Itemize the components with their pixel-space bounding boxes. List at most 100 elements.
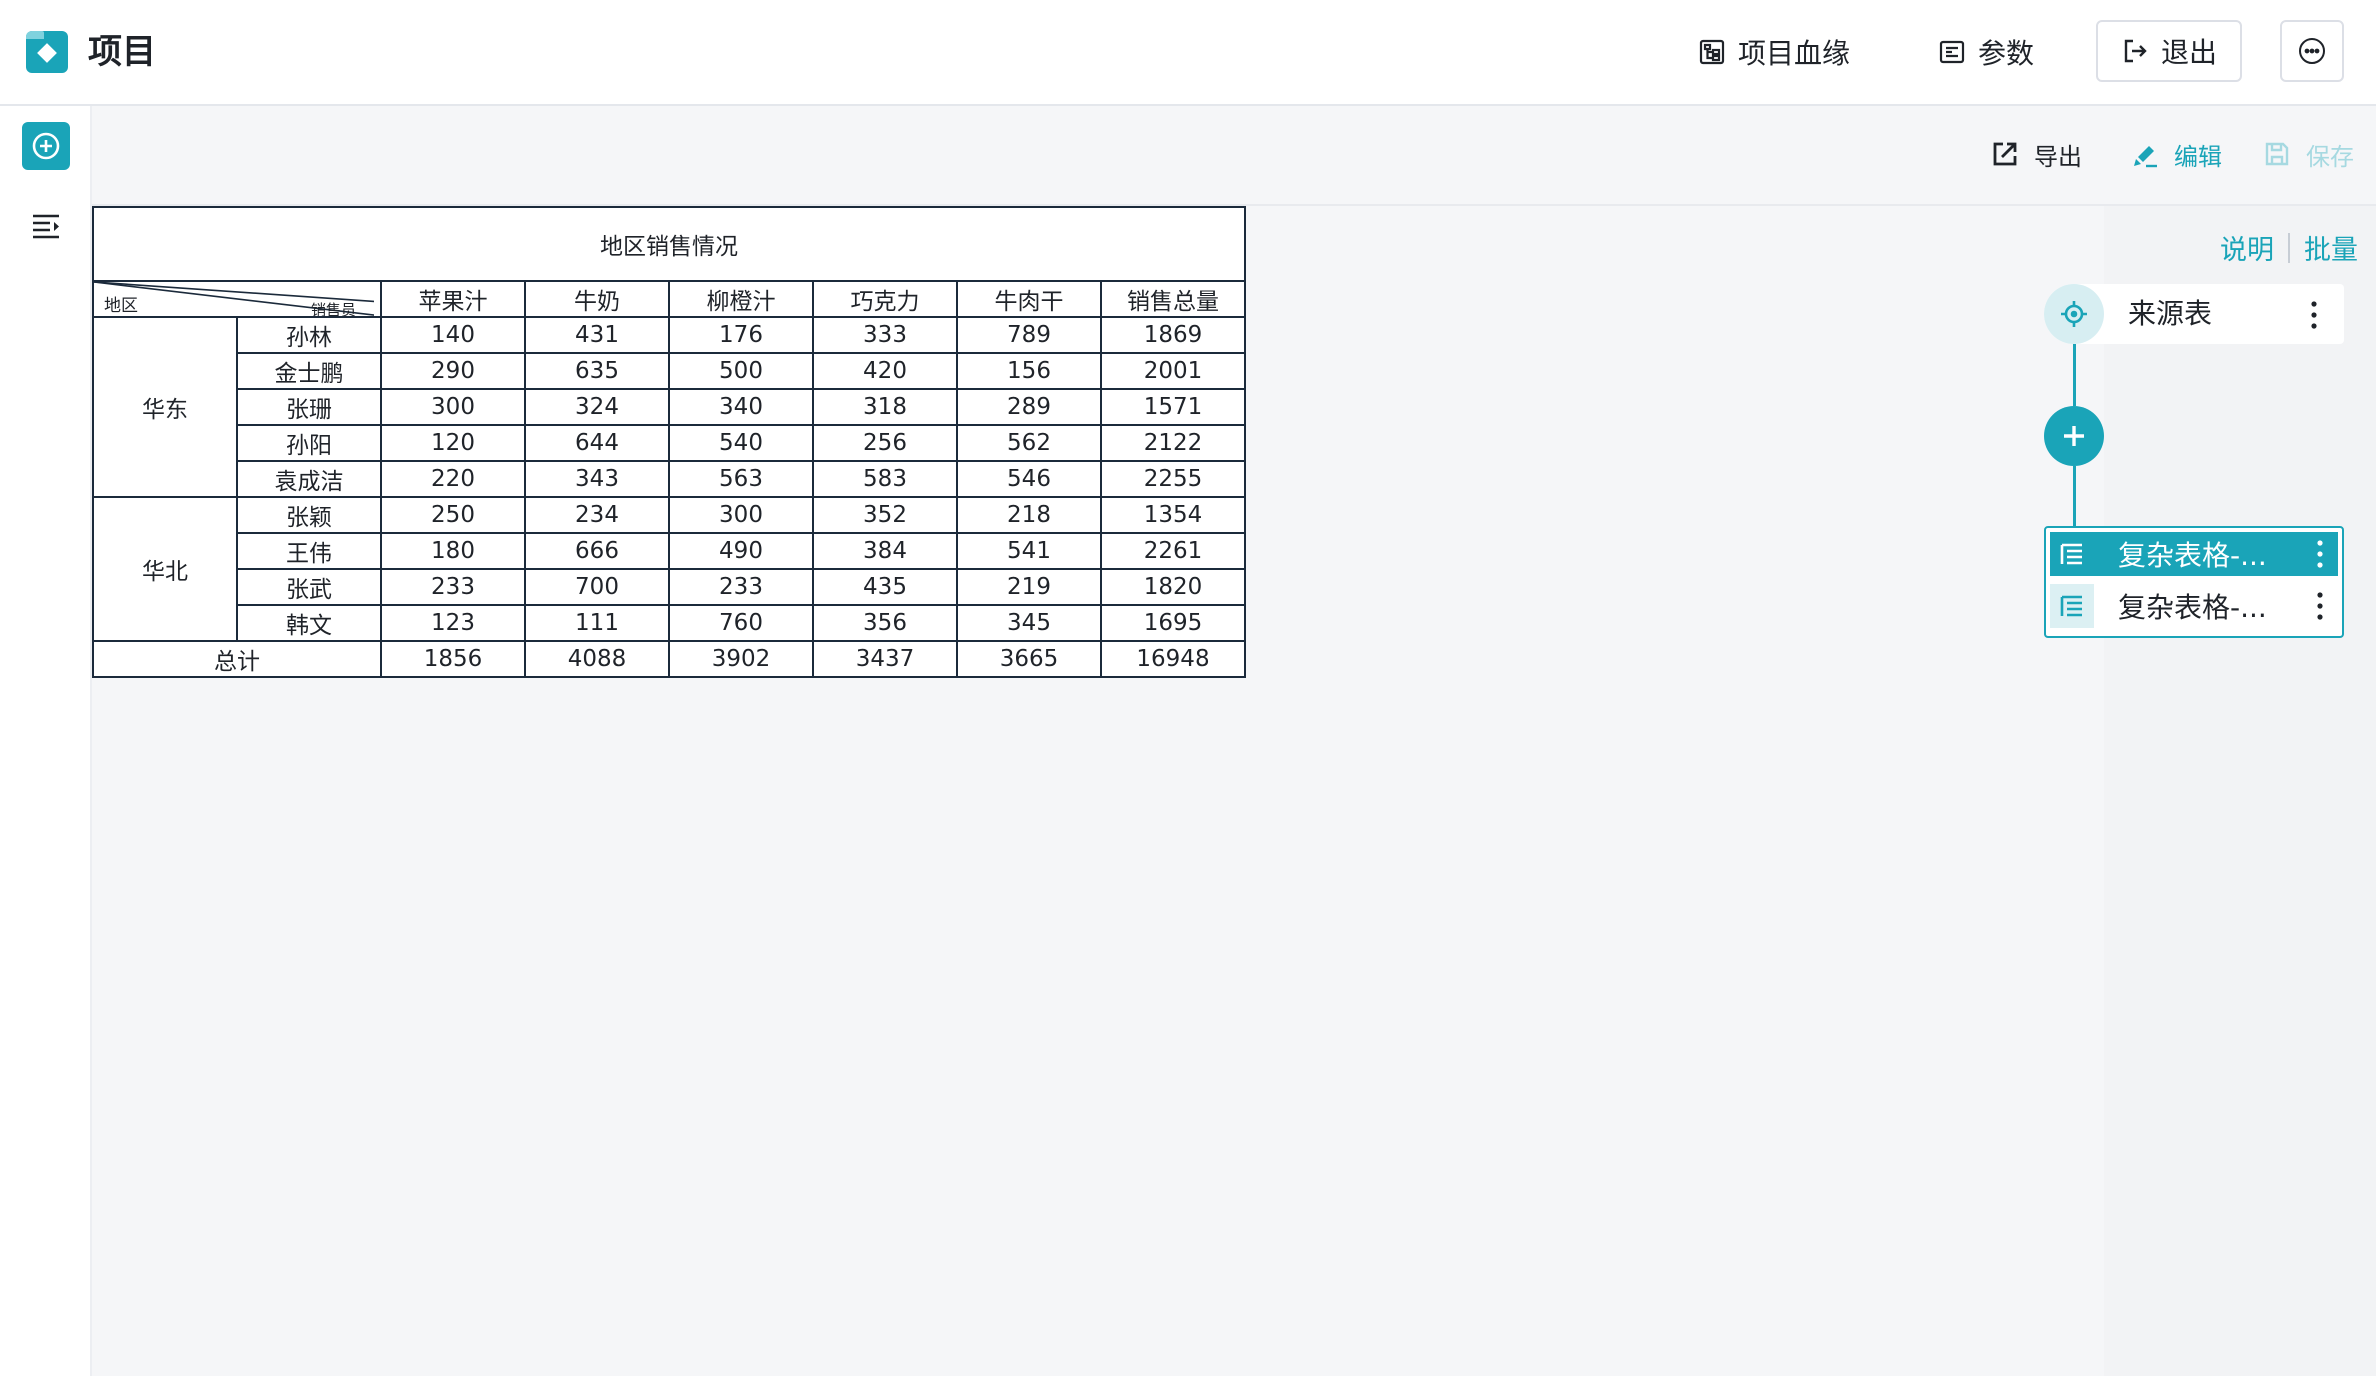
edit-icon [2134, 146, 2157, 168]
lineage-icon [1699, 39, 1725, 65]
table-icon [2050, 532, 2094, 576]
salesperson-cell: 张珊 [236, 388, 382, 426]
value-cell: 1354 [1100, 496, 1246, 534]
table-row: 孙阳 120 644 540 256 562 2122 [93, 424, 1246, 462]
value-cell: 156 [956, 352, 1102, 390]
value-cell: 318 [812, 388, 958, 426]
salesperson-cell: 韩文 [236, 604, 382, 642]
value-cell: 289 [956, 388, 1102, 426]
region-cell: 华东 [92, 316, 238, 498]
page-title: 项目 [88, 32, 156, 72]
column-header: 销售总量 [1100, 280, 1246, 318]
flow-connector [2073, 466, 2076, 526]
value-cell: 111 [524, 604, 670, 642]
column-header: 柳橙汁 [668, 280, 814, 318]
more-button[interactable] [2280, 20, 2344, 82]
kebab-icon[interactable] [2316, 591, 2324, 621]
target-icon [2044, 284, 2104, 344]
left-rail [0, 106, 92, 1376]
total-label-cell: 总计 [92, 640, 382, 678]
value-cell: 435 [812, 568, 958, 606]
value-cell: 500 [668, 352, 814, 390]
value-cell: 343 [524, 460, 670, 498]
link-divider [2288, 232, 2290, 263]
salesperson-cell: 张颖 [236, 496, 382, 534]
value-cell: 583 [812, 460, 958, 498]
value-cell: 563 [668, 460, 814, 498]
save-button[interactable]: 保存 [2262, 134, 2354, 174]
params-button[interactable]: 参数 [1938, 28, 2034, 76]
kebab-icon[interactable] [2316, 539, 2324, 569]
value-cell: 546 [956, 460, 1102, 498]
table-row: 金士鹏 290 635 500 420 156 2001 [93, 352, 1246, 390]
report-toolbar: 导出 编辑 保存 [92, 106, 2376, 206]
main-area: 导出 编辑 保存 地区销售情况 地区 销售员 苹果汁 牛奶 柳橙汁 巧克力 牛肉… [92, 106, 2376, 1376]
table-row: 韩文 123 111 760 356 345 1695 [93, 604, 1246, 642]
more-icon [2299, 38, 2325, 64]
batch-link[interactable]: 批量 [2304, 228, 2358, 267]
value-cell: 180 [380, 532, 526, 570]
lineage-button[interactable]: 项目血缘 [1698, 28, 1850, 76]
value-cell: 300 [668, 496, 814, 534]
dataset-item[interactable]: 复杂表格-... [2050, 532, 2338, 576]
edit-label: 编辑 [2174, 142, 2222, 171]
value-cell: 2001 [1100, 352, 1246, 390]
salesperson-cell: 孙林 [236, 316, 382, 354]
list-indent-icon[interactable] [30, 210, 62, 242]
salesperson-cell: 金士鹏 [236, 352, 382, 390]
value-cell: 256 [812, 424, 958, 462]
dataset-item[interactable]: 复杂表格-... [2050, 584, 2338, 628]
edit-button[interactable]: 编辑 [2130, 134, 2222, 174]
export-button[interactable]: 导出 [1990, 134, 2082, 174]
flow-connector [2073, 344, 2076, 406]
value-cell: 140 [380, 316, 526, 354]
lineage-label: 项目血缘 [1738, 37, 1851, 70]
total-value-cell: 3902 [668, 640, 814, 678]
dataset-label: 复杂表格-... [2118, 539, 2267, 572]
corner-area-label: 地区 [104, 296, 138, 316]
corner-header-cell: 地区 销售员 [92, 280, 382, 318]
save-icon [2265, 142, 2289, 166]
save-label: 保存 [2306, 142, 2354, 171]
sales-report-table: 地区销售情况 地区 销售员 苹果汁 牛奶 柳橙汁 巧克力 牛肉干 销售总量 华东… [92, 206, 1246, 678]
plus-icon [2064, 426, 2084, 446]
corner-salesperson-label: 销售员 [310, 301, 356, 316]
table-row: 王伟 180 666 490 384 541 2261 [93, 532, 1246, 570]
salesperson-cell: 张武 [236, 568, 382, 606]
table-row: 华东 孙林 140 431 176 333 789 1869 [92, 316, 1246, 498]
value-cell: 1820 [1100, 568, 1246, 606]
value-cell: 345 [956, 604, 1102, 642]
add-node-button[interactable] [2044, 406, 2104, 466]
region-cell: 华北 [92, 496, 238, 642]
params-icon [1939, 40, 1965, 64]
value-cell: 324 [524, 388, 670, 426]
panel-links: 说明 批量 [2220, 228, 2358, 267]
description-link[interactable]: 说明 [2220, 228, 2274, 267]
top-header: 项目 项目血缘 参数 退出 [0, 0, 2376, 106]
source-menu-kebab-icon[interactable] [2310, 300, 2318, 330]
report-table-container: 地区销售情况 地区 销售员 苹果汁 牛奶 柳橙汁 巧克力 牛肉干 销售总量 华东… [92, 206, 1246, 678]
salesperson-cell: 王伟 [236, 532, 382, 570]
value-cell: 220 [380, 460, 526, 498]
value-cell: 233 [380, 568, 526, 606]
exit-button[interactable]: 退出 [2096, 20, 2242, 82]
value-cell: 218 [956, 496, 1102, 534]
value-cell: 233 [668, 568, 814, 606]
export-icon [1993, 142, 2017, 166]
value-cell: 123 [380, 604, 526, 642]
value-cell: 490 [668, 532, 814, 570]
value-cell: 789 [956, 316, 1102, 354]
total-row: 总计 1856 4088 3902 3437 3665 16948 [92, 640, 1246, 678]
table-icon [2050, 584, 2094, 628]
value-cell: 431 [524, 316, 670, 354]
value-cell: 700 [524, 568, 670, 606]
value-cell: 1695 [1100, 604, 1246, 642]
column-header: 牛肉干 [956, 280, 1102, 318]
total-value-cell: 16948 [1100, 640, 1246, 678]
dataset-list: 复杂表格-... 复杂表格-... [2044, 526, 2344, 638]
value-cell: 300 [380, 388, 526, 426]
value-cell: 290 [380, 352, 526, 390]
column-header: 巧克力 [812, 280, 958, 318]
add-component-button[interactable] [22, 122, 70, 170]
table-row: 张珊 300 324 340 318 289 1571 [93, 388, 1246, 426]
